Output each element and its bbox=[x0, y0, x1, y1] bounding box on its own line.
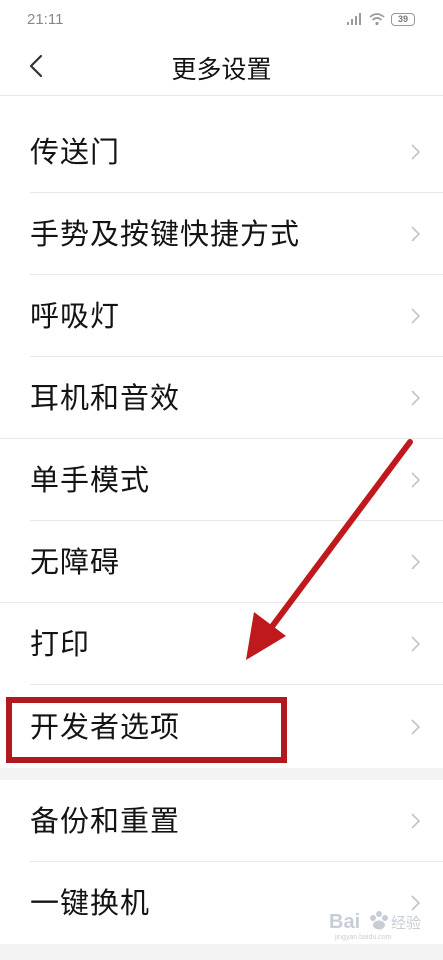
menu-item-gesture-shortcuts[interactable]: 手势及按键快捷方式 bbox=[0, 193, 443, 275]
section-divider bbox=[0, 768, 443, 780]
menu-item-label: 无障碍 bbox=[30, 545, 121, 579]
chevron-right-icon bbox=[411, 144, 421, 160]
chevron-right-icon bbox=[411, 472, 421, 488]
svg-text:Bai: Bai bbox=[329, 911, 360, 933]
chevron-right-icon bbox=[411, 390, 421, 406]
menu-item-accessibility[interactable]: 无障碍 bbox=[0, 521, 443, 603]
wifi-icon bbox=[369, 13, 385, 26]
row-divider bbox=[30, 684, 443, 685]
header-divider bbox=[0, 95, 443, 96]
page-title: 更多设置 bbox=[171, 55, 272, 84]
chevron-right-icon bbox=[411, 554, 421, 570]
chevron-right-icon bbox=[411, 636, 421, 652]
bottom-band bbox=[0, 944, 443, 960]
chevron-right-icon bbox=[411, 719, 421, 735]
menu-item-label: 打印 bbox=[30, 627, 91, 661]
header: 更多设置 bbox=[0, 40, 443, 95]
status-time: 21:11 bbox=[27, 11, 64, 28]
chevron-right-icon bbox=[411, 226, 421, 242]
menu-item-portal[interactable]: 传送门 bbox=[0, 111, 443, 193]
status-bar: 21:11 39 bbox=[0, 0, 443, 40]
signal-icon bbox=[347, 13, 363, 25]
svg-text:jingyan.baidu.com: jingyan.baidu.com bbox=[334, 934, 392, 941]
menu-item-label: 呼吸灯 bbox=[30, 299, 121, 333]
menu-item-label: 备份和重置 bbox=[30, 804, 181, 838]
menu-item-printing[interactable]: 打印 bbox=[0, 603, 443, 685]
status-icons: 39 bbox=[347, 12, 415, 26]
menu-item-backup-reset[interactable]: 备份和重置 bbox=[0, 780, 443, 862]
menu-item-one-handed-mode[interactable]: 单手模式 bbox=[0, 439, 443, 521]
menu-item-label: 传送门 bbox=[30, 135, 121, 169]
menu-item-label: 手势及按键快捷方式 bbox=[30, 217, 301, 251]
annotation-highlight-box bbox=[6, 697, 287, 763]
baidu-watermark-logo: Bai 经验 jingyan.baidu.com bbox=[327, 906, 427, 942]
menu-item-label: 单手模式 bbox=[30, 463, 151, 497]
chevron-right-icon bbox=[411, 308, 421, 324]
menu-item-notification-light[interactable]: 呼吸灯 bbox=[0, 275, 443, 357]
menu-item-label: 一键换机 bbox=[30, 886, 151, 920]
menu-item-headphones-audio[interactable]: 耳机和音效 bbox=[0, 357, 443, 439]
menu-item-label: 耳机和音效 bbox=[30, 381, 181, 415]
battery-indicator: 39 bbox=[391, 12, 415, 26]
chevron-right-icon bbox=[411, 813, 421, 829]
svg-text:经验: 经验 bbox=[391, 914, 421, 932]
